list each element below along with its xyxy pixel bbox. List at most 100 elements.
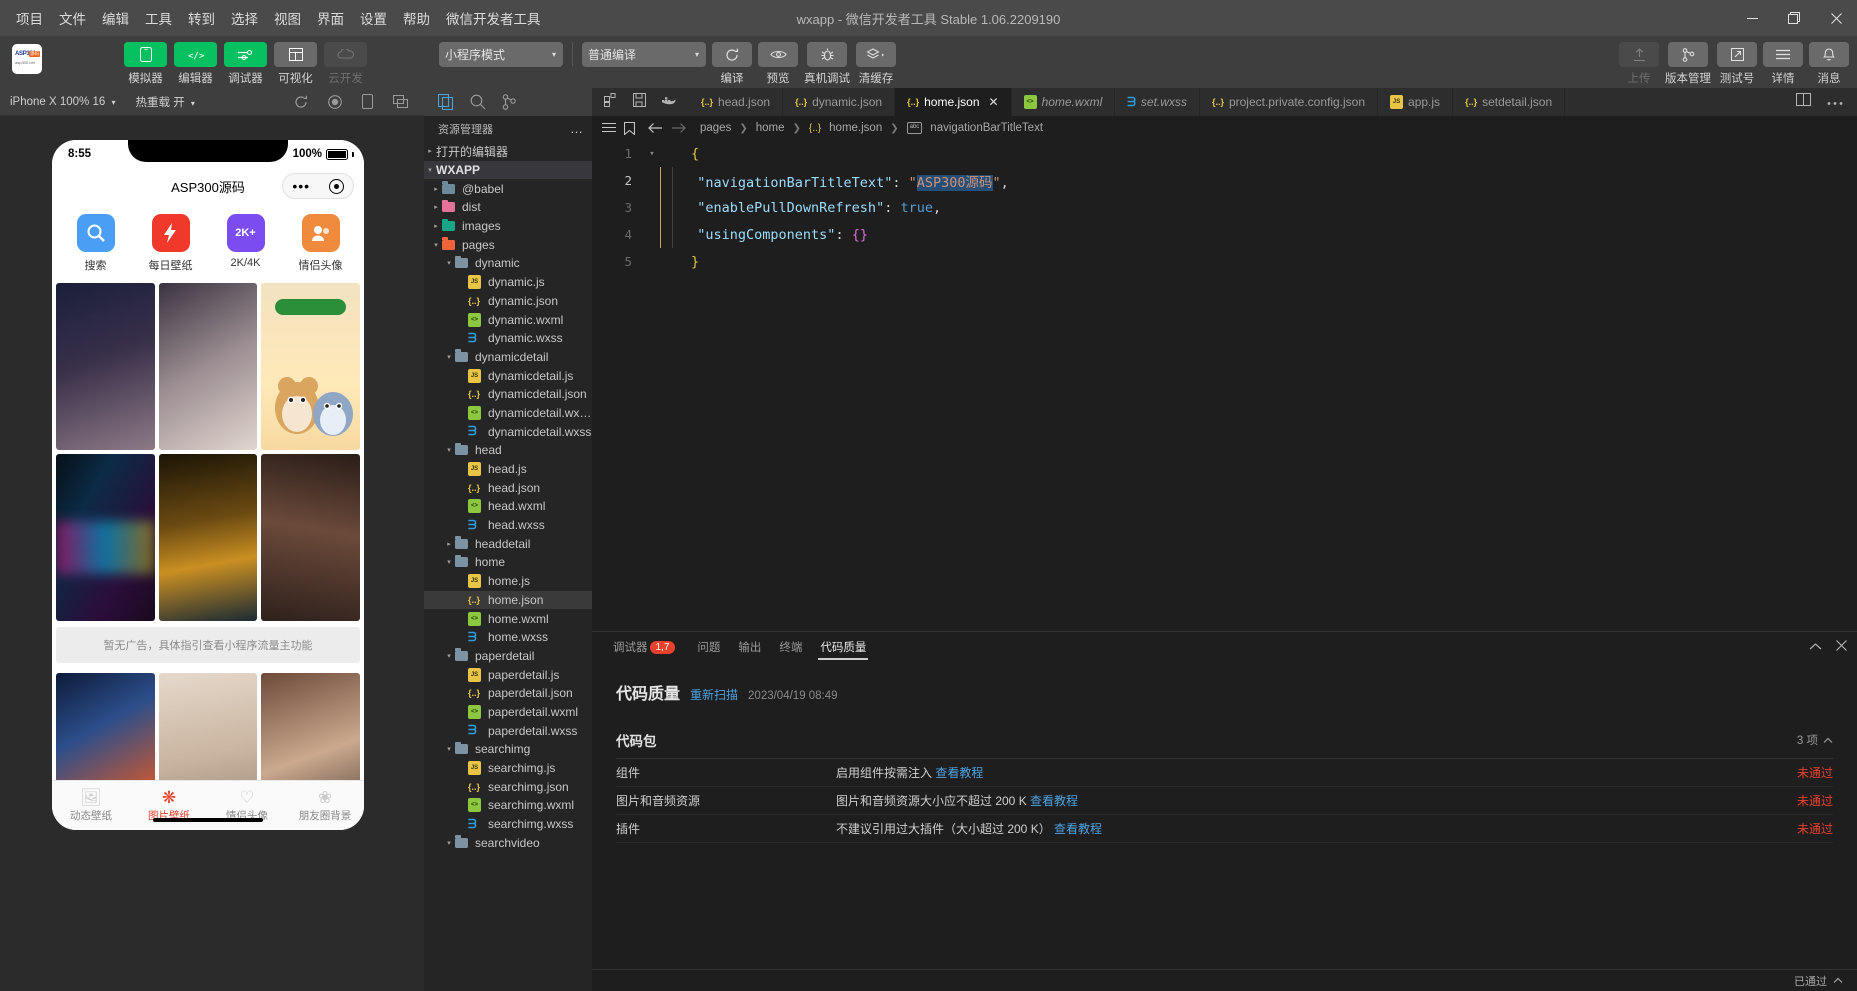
simulator-toggle-button[interactable]: 模拟器 xyxy=(124,42,167,86)
wallpaper-thumb[interactable] xyxy=(261,673,360,780)
quick-action-search[interactable]: 搜索 xyxy=(66,214,126,273)
tree-file-row[interactable]: JSpaperdetail.js xyxy=(424,665,592,684)
editor-tab[interactable]: {..}home.json✕ xyxy=(895,88,1011,116)
sim-record-icon[interactable] xyxy=(328,95,342,109)
editor-tab[interactable]: {..}dynamic.json xyxy=(783,88,895,116)
wallpaper-thumb[interactable] xyxy=(261,454,360,621)
editor-tab[interactable]: {..}head.json xyxy=(689,88,783,116)
tree-file-row[interactable]: ᗱhead.wxss xyxy=(424,516,592,535)
tree-file-row[interactable]: ᗱhome.wxss xyxy=(424,628,592,647)
tree-arrow-icon[interactable]: ▸ xyxy=(443,540,455,548)
debugger-toggle-button[interactable]: 调试器 xyxy=(224,42,267,86)
clear-cache-button[interactable]: 清缓存 xyxy=(856,42,896,86)
tree-folder-row[interactable]: ▾dynamicdetail xyxy=(424,348,592,367)
tree-folder-row[interactable]: ▸images xyxy=(424,217,592,236)
outline-icon[interactable] xyxy=(602,122,616,134)
editor-tab[interactable]: {..}setdetail.json xyxy=(1453,88,1565,116)
tree-folder-row[interactable]: ▾searchimg xyxy=(424,740,592,759)
tree-file-row[interactable]: JShome.js xyxy=(424,572,592,591)
tree-arrow-icon[interactable]: ▾ xyxy=(443,745,455,753)
save-all-icon[interactable] xyxy=(633,93,646,112)
device-select[interactable]: iPhone X 100% 16 ▾ xyxy=(0,96,126,108)
tree-file-row[interactable]: JSsearchimg.js xyxy=(424,759,592,778)
phone-tab-moments[interactable]: ❀ 朋友圈背景 xyxy=(286,789,364,823)
menu-item-select[interactable]: 选择 xyxy=(223,5,266,31)
code-editor[interactable]: 1▾{2 "navigationBarTitleText": "ASP300源码… xyxy=(592,140,1857,631)
explorer-files-icon[interactable] xyxy=(438,94,454,110)
close-tab-icon[interactable]: ✕ xyxy=(989,95,999,109)
code-line[interactable]: 4 "usingComponents": {} xyxy=(592,221,1857,248)
quick-action-daily-wallpaper[interactable]: 每日壁纸 xyxy=(141,214,201,273)
tree-file-row[interactable]: {..}head.json xyxy=(424,478,592,497)
sim-refresh-icon[interactable] xyxy=(294,95,308,109)
code-line[interactable]: 2 "navigationBarTitleText": "ASP300源码", xyxy=(592,167,1857,194)
editor-tab[interactable]: {..}project.private.config.json xyxy=(1200,88,1378,116)
menu-item-edit[interactable]: 编辑 xyxy=(94,5,137,31)
compile-select[interactable]: 普通编译 ▾ xyxy=(582,42,706,67)
real-device-debug-button[interactable]: 真机调试 xyxy=(804,42,850,86)
close-icon[interactable] xyxy=(1836,638,1847,656)
tab-terminal[interactable]: 终端 xyxy=(770,632,811,662)
menu-item-settings[interactable]: 设置 xyxy=(352,5,395,31)
tree-file-row[interactable]: {..}home.json xyxy=(424,591,592,610)
breadcrumb-home[interactable]: home xyxy=(756,122,785,134)
breadcrumb-file[interactable]: home.json xyxy=(829,122,882,134)
tree-arrow-icon[interactable]: ▾ xyxy=(443,446,455,454)
split-editor-icon[interactable] xyxy=(604,93,618,112)
nav-forward-icon[interactable] xyxy=(671,122,686,134)
cloud-dev-button[interactable]: 云开发 xyxy=(324,42,367,86)
sim-rotate-device-icon[interactable] xyxy=(362,94,373,109)
tree-arrow-icon[interactable]: ▸ xyxy=(430,203,442,211)
version-control-button[interactable]: 版本管理 xyxy=(1665,42,1711,86)
tree-folder-row[interactable]: ▾pages xyxy=(424,235,592,254)
wallpaper-thumb[interactable] xyxy=(159,283,258,450)
tab-output[interactable]: 输出 xyxy=(729,632,770,662)
cq-tutorial-link[interactable]: 查看教程 xyxy=(1054,822,1102,836)
tree-file-row[interactable]: ᗱdynamicdetail.wxss xyxy=(424,422,592,441)
tree-file-row[interactable]: <>dynamicdetail.wxml xyxy=(424,404,592,423)
code-quality-row[interactable]: 组件启用组件按需注入 查看教程未通过 xyxy=(616,759,1833,787)
messages-button[interactable]: 消息 xyxy=(1809,42,1849,86)
menu-item-goto[interactable]: 转到 xyxy=(180,5,223,31)
sim-detach-window-icon[interactable] xyxy=(393,95,408,108)
search-icon[interactable] xyxy=(470,94,486,110)
tree-file-row[interactable]: {..}dynamic.json xyxy=(424,292,592,311)
mode-select[interactable]: 小程序模式 ▾ xyxy=(439,42,563,67)
wallpaper-thumb[interactable] xyxy=(159,673,258,780)
explorer-more-icon[interactable]: … xyxy=(570,126,584,133)
minimize-button[interactable] xyxy=(1731,0,1773,36)
tree-folder-row[interactable]: ▾paperdetail xyxy=(424,647,592,666)
visualization-button[interactable]: 可视化 xyxy=(274,42,317,86)
breadcrumb-symbol[interactable]: navigationBarTitleText xyxy=(930,122,1043,134)
menu-item-devtools[interactable]: 微信开发者工具 xyxy=(438,5,549,31)
code-line[interactable]: 5} xyxy=(592,248,1857,275)
menu-item-help[interactable]: 帮助 xyxy=(395,5,438,31)
tree-folder-row[interactable]: ▾head xyxy=(424,441,592,460)
breadcrumb-pages[interactable]: pages xyxy=(700,122,731,134)
tree-file-row[interactable]: <>paperdetail.wxml xyxy=(424,703,592,722)
wallpaper-thumb[interactable] xyxy=(56,673,155,780)
code-quality-row[interactable]: 插件不建议引用过大插件（大小超过 200 K） 查看教程未通过 xyxy=(616,815,1833,843)
tree-folder-row[interactable]: ▸dist xyxy=(424,198,592,217)
tree-file-row[interactable]: {..}dynamicdetail.json xyxy=(424,385,592,404)
tab-code-quality[interactable]: 代码质量 xyxy=(811,632,875,662)
quick-action-hd[interactable]: 2K+ 2K/4K xyxy=(216,214,276,273)
tree-arrow-icon[interactable]: ▾ xyxy=(443,353,455,361)
tree-file-row[interactable]: <>head.wxml xyxy=(424,497,592,516)
tree-file-row[interactable]: JShead.js xyxy=(424,460,592,479)
split-editor-icon-right[interactable] xyxy=(1796,93,1811,111)
bookmark-icon[interactable] xyxy=(624,122,635,135)
tree-file-row[interactable]: ᗱdynamic.wxss xyxy=(424,329,592,348)
details-button[interactable]: 详情 xyxy=(1763,42,1803,86)
tree-arrow-icon[interactable]: ▾ xyxy=(443,652,455,660)
quick-action-couple-avatar[interactable]: 情侣头像 xyxy=(291,214,351,273)
tree-file-row[interactable]: <>searchimg.wxml xyxy=(424,796,592,815)
menu-item-view[interactable]: 视图 xyxy=(266,5,309,31)
close-button[interactable] xyxy=(1815,0,1857,36)
status-chevron-icon[interactable] xyxy=(1833,977,1843,984)
tab-debugger[interactable]: 调试器 1,7 xyxy=(604,632,688,662)
restore-button[interactable] xyxy=(1773,0,1815,36)
editor-toggle-button[interactable]: </> 编辑器 xyxy=(174,42,217,86)
phone-capsule-buttons[interactable]: ••• xyxy=(282,173,354,199)
compile-button[interactable]: 编译 xyxy=(712,42,752,86)
